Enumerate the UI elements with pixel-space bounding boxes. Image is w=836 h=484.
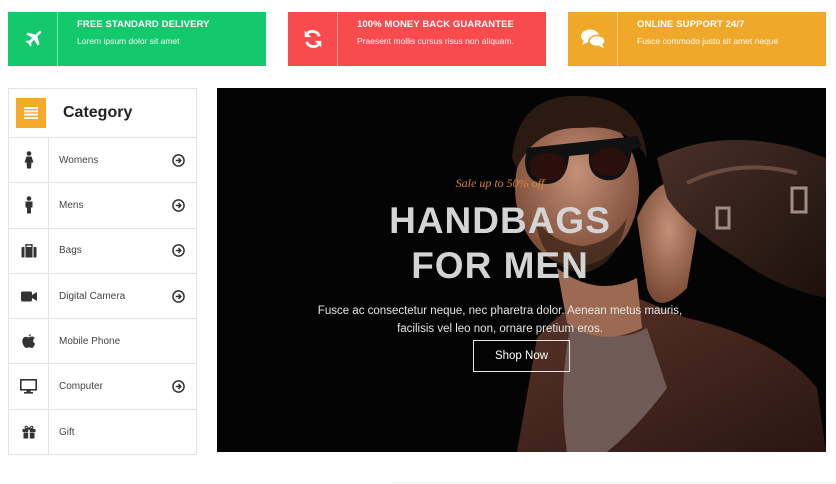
category-header: Category [9,89,196,138]
category-item-mobile-phone[interactable]: Mobile Phone [9,319,196,365]
arrow-circle-right-icon[interactable] [169,380,187,393]
feature-subtitle: Fusce commodo justo sit amet neque [637,36,779,46]
feature-title: 100% MONEY BACK GUARANTEE [357,19,514,30]
category-label: Womens [59,154,99,166]
category-label: Computer [59,381,103,393]
feature-subtitle: Praesent mollis cursus risus non aliquam… [357,36,514,46]
category-sidebar: Category Womens Mens Bags Digital Camera… [8,88,197,456]
list-icon [16,98,46,128]
category-item-womens[interactable]: Womens [9,138,196,184]
category-item-bags[interactable]: Bags [9,228,196,274]
gift-icon [9,409,49,456]
airplane-icon [8,12,58,66]
refresh-icon [288,12,338,66]
hero-title-line2: FOR MEN [411,245,589,286]
category-label: Mobile Phone [59,335,121,347]
feature-online-support: ONLINE SUPPORT 24/7 Fusce commodo justo … [568,12,826,66]
category-item-digital-camera[interactable]: Digital Camera [9,273,196,320]
arrow-circle-right-icon[interactable] [169,153,187,167]
feature-title: ONLINE SUPPORT 24/7 [637,19,745,30]
feature-title: FREE STANDARD DELIVERY [77,19,210,30]
video-camera-icon [9,273,49,319]
desktop-icon [9,364,49,409]
hero-description: Fusce ac consectetur neque, nec pharetra… [317,305,683,335]
apple-icon [9,319,49,364]
arrow-circle-right-icon[interactable] [169,289,187,303]
feature-money-back: 100% MONEY BACK GUARANTEE Praesent molli… [288,12,546,66]
woman-icon [9,138,49,183]
category-label: Gift [59,426,75,438]
man-icon [9,183,49,228]
category-item-gift[interactable]: Gift [9,409,196,456]
feature-free-delivery: FREE STANDARD DELIVERY Lorem ipsum dolor… [8,12,266,66]
category-label: Bags [59,245,82,257]
arrow-circle-right-icon[interactable] [169,244,187,258]
hero-banner[interactable]: Sale up to 50% off HANDBAGS FOR MEN Fusc… [217,88,826,452]
category-item-computer[interactable]: Computer [9,364,196,410]
shop-now-button[interactable]: Shop Now [473,340,570,372]
arrow-circle-right-icon[interactable] [169,199,187,212]
divider [393,482,836,483]
category-label: Mens [59,199,84,211]
category-item-mens[interactable]: Mens [9,183,196,229]
category-label: Digital Camera [59,290,126,302]
hero-title-line1: HANDBAGS [389,200,611,241]
category-title: Category [63,104,133,121]
chat-bubbles-icon [568,12,618,66]
briefcase-icon [9,228,49,273]
feature-subtitle: Lorem ipsum dolor sit amet [77,36,180,46]
hero-tagline: Sale up to 50% off [455,176,545,190]
